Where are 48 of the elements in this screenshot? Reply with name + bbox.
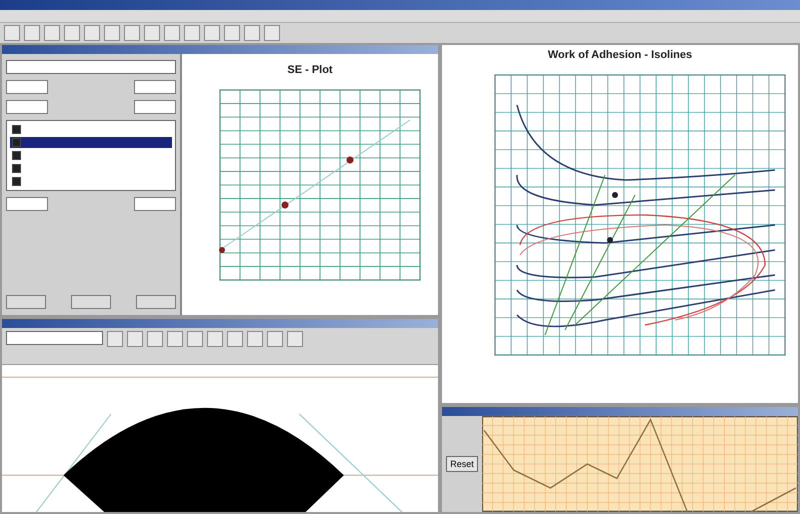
toolbar-button[interactable]: [224, 25, 240, 41]
plot-title: Work of Adhesion - Isolines: [548, 49, 692, 61]
checkbox[interactable]: [12, 125, 21, 134]
toolbar-button[interactable]: [127, 331, 143, 347]
input-field[interactable]: [6, 197, 48, 211]
toolbar-button[interactable]: [64, 25, 80, 41]
data-point: [607, 237, 613, 243]
input-field[interactable]: [134, 197, 176, 211]
toolbar-button[interactable]: [144, 25, 160, 41]
data-point: [282, 202, 288, 208]
panel-button[interactable]: [6, 295, 46, 309]
toolbar-button[interactable]: [44, 25, 60, 41]
data-point: [346, 156, 354, 164]
plot-title: SE - Plot: [287, 64, 333, 76]
checkbox[interactable]: [12, 164, 21, 173]
data-point: [219, 247, 225, 253]
toolbar-button[interactable]: [227, 331, 243, 347]
input-field[interactable]: [6, 80, 48, 94]
toolbar-button[interactable]: [207, 331, 223, 347]
toolbar-button[interactable]: [124, 25, 140, 41]
data-point: [612, 192, 618, 198]
reset-button[interactable]: Reset: [446, 456, 478, 472]
input-field[interactable]: [6, 100, 48, 114]
dropdown-field[interactable]: [6, 331, 103, 345]
toolbar-button[interactable]: [204, 25, 220, 41]
toolbar-button[interactable]: [84, 25, 100, 41]
dropdown-field[interactable]: [6, 60, 176, 74]
toolbar-button[interactable]: [264, 25, 280, 41]
toolbar-button[interactable]: [167, 331, 183, 347]
toolbar-button[interactable]: [244, 25, 260, 41]
toolbar-button[interactable]: [24, 25, 40, 41]
panel-button[interactable]: [71, 295, 111, 309]
toolbar-button[interactable]: [184, 25, 200, 41]
input-field[interactable]: [134, 80, 176, 94]
checkbox[interactable]: [12, 177, 21, 186]
toolbar-button[interactable]: [247, 331, 263, 347]
toolbar-button[interactable]: [267, 331, 283, 347]
checkbox[interactable]: [12, 151, 21, 160]
toolbar-button[interactable]: [104, 25, 120, 41]
toolbar-button[interactable]: [287, 331, 303, 347]
toolbar-button[interactable]: [107, 331, 123, 347]
toolbar-button[interactable]: [187, 331, 203, 347]
checkbox[interactable]: [12, 138, 21, 147]
toolbar-button[interactable]: [4, 25, 20, 41]
toolbar-button[interactable]: [164, 25, 180, 41]
panel-button[interactable]: [136, 295, 176, 309]
input-field[interactable]: [134, 100, 176, 114]
toolbar-button[interactable]: [147, 331, 163, 347]
